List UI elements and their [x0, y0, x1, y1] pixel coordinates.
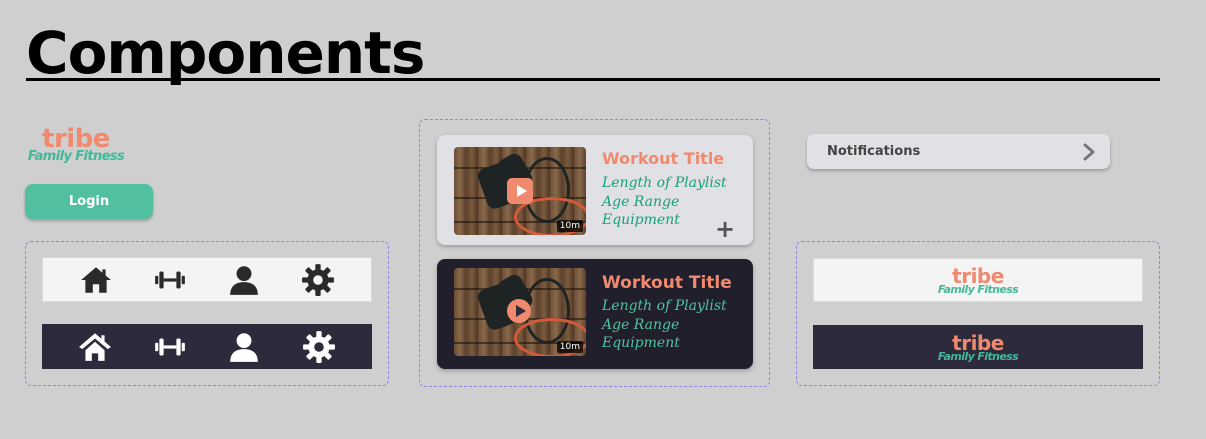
brand-logo: tribe Family Fitness — [22, 126, 130, 163]
workout-title: Workout Title — [602, 149, 725, 168]
brand-tagline: Family Fitness — [937, 282, 1019, 296]
workout-meta: Length of Playlist Age Range Equipment — [602, 297, 727, 353]
workout-age-range: Age Range — [602, 193, 680, 210]
user-icon[interactable] — [226, 262, 262, 298]
navbar-dark — [42, 324, 372, 369]
brand-logo: tribe Family Fitness — [937, 333, 1019, 363]
workout-length: Length of Playlist — [602, 175, 727, 191]
brand-logo: tribe Family Fitness — [937, 266, 1019, 296]
workout-card-dark[interactable]: 10m Workout Title Length of Playlist Age… — [437, 259, 753, 369]
play-icon[interactable] — [507, 178, 533, 204]
workout-thumbnail[interactable]: 10m — [454, 147, 586, 235]
workout-title: Workout Title — [602, 273, 732, 293]
home-icon[interactable] — [78, 262, 114, 298]
duration-badge: 10m — [556, 341, 583, 353]
add-icon[interactable]: + — [715, 217, 735, 241]
workout-thumbnail[interactable]: 10m — [454, 268, 586, 356]
brand-tagline: Family Fitness — [27, 149, 125, 164]
gear-icon[interactable] — [301, 329, 337, 365]
workout-age-range: Age Range — [602, 316, 680, 333]
user-icon[interactable] — [226, 329, 262, 365]
brand-tagline: Family Fitness — [937, 349, 1019, 363]
workout-meta: Length of Playlist Age Range Equipment — [602, 174, 727, 230]
duration-badge: 10m — [556, 220, 583, 232]
chevron-right-icon[interactable] — [1082, 143, 1096, 161]
navbar-light — [42, 257, 372, 302]
header-banner-dark: tribe Family Fitness — [813, 325, 1143, 369]
workout-equipment: Equipment — [602, 212, 680, 228]
gear-icon[interactable] — [300, 262, 336, 298]
home-icon[interactable] — [77, 329, 113, 365]
dumbbell-icon[interactable] — [152, 329, 188, 365]
title-underline — [26, 78, 1160, 81]
dumbbell-icon[interactable] — [152, 262, 188, 298]
notifications-row[interactable]: Notifications — [807, 134, 1110, 169]
notifications-label: Notifications — [827, 144, 921, 159]
play-icon[interactable] — [507, 299, 531, 323]
workout-equipment: Equipment — [602, 335, 680, 351]
header-banner-light: tribe Family Fitness — [813, 258, 1143, 302]
workout-card-light[interactable]: 10m Workout Title Length of Playlist Age… — [437, 135, 753, 245]
workout-length: Length of Playlist — [602, 298, 727, 314]
login-button[interactable]: Login — [25, 184, 153, 219]
